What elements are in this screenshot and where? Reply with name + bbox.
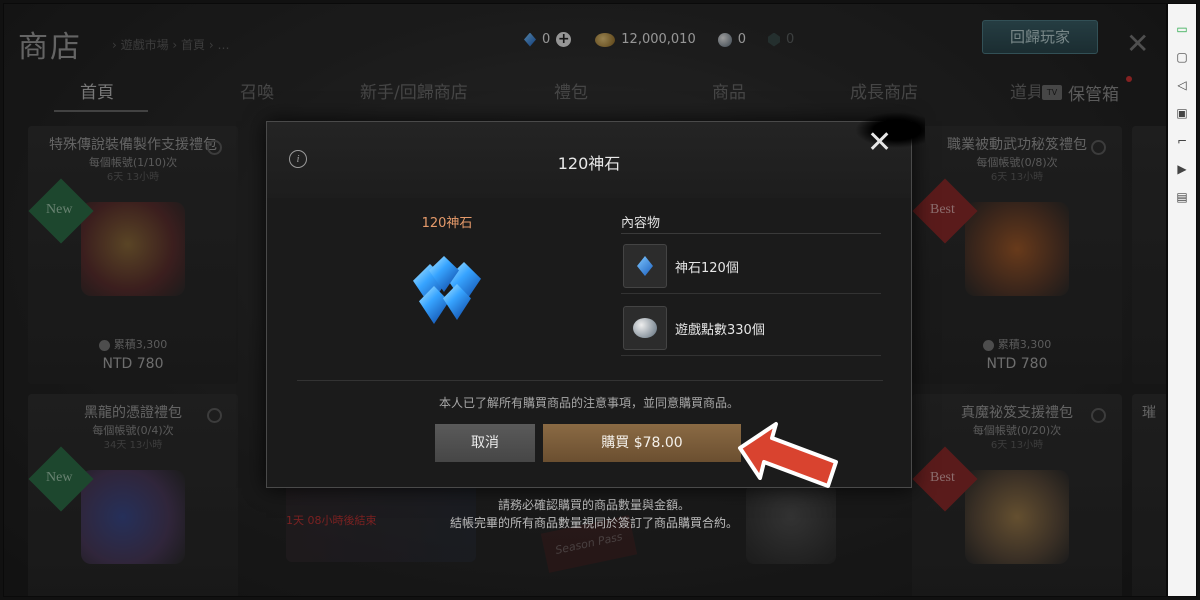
item-name: 120神石 bbox=[421, 216, 473, 231]
diamond-gem-icon bbox=[623, 244, 667, 288]
buy-button[interactable]: 購買 $78.00 bbox=[543, 424, 741, 462]
contents-label: 內容物 bbox=[621, 216, 661, 231]
divider bbox=[621, 233, 881, 234]
close-icon[interactable]: ✕ bbox=[867, 128, 892, 158]
chat-icon[interactable]: ▢ bbox=[1173, 48, 1191, 66]
content-item: 遊戲點數330個 bbox=[621, 302, 881, 356]
gamepad-icon[interactable]: ▣ bbox=[1173, 104, 1191, 122]
dialog-title: 120神石 bbox=[557, 154, 621, 173]
purchase-notice-line2: 結帳完畢的所有商品數量視同於簽訂了商品購買合約。 bbox=[449, 516, 738, 530]
tv-icon[interactable]: ▭ bbox=[1173, 20, 1191, 38]
divider bbox=[621, 293, 881, 294]
content-item: 神石120個 bbox=[621, 240, 881, 294]
game-viewport: 商店 › 遊戲市場 › 首頁 › … 0 + 12,000,010 0 0 回歸… bbox=[4, 4, 1166, 596]
diamond-cluster-icon bbox=[407, 250, 487, 330]
content-item-label: 遊戲點數330個 bbox=[675, 323, 765, 338]
side-toolbar: ▭ ▢ ◁ ▣ ⌐ ▶ ▤ bbox=[1168, 4, 1196, 596]
content-item-label: 神石120個 bbox=[675, 261, 739, 276]
cancel-button[interactable]: 取消 bbox=[435, 424, 535, 462]
folder-icon[interactable]: ▤ bbox=[1173, 188, 1191, 206]
purchase-notice: 請務必確認購買的商品數量與金額。 結帳完畢的所有商品數量視同於簽訂了商品購買合約… bbox=[384, 496, 804, 532]
speaker-icon[interactable]: ◁ bbox=[1173, 76, 1191, 94]
crop-icon[interactable]: ⌐ bbox=[1173, 132, 1191, 150]
divider bbox=[297, 380, 883, 381]
agreement-text: 本人已了解所有購買商品的注意事項，並同意購買商品。 bbox=[438, 396, 739, 410]
divider bbox=[621, 355, 881, 356]
red-arrow-icon bbox=[738, 422, 838, 488]
video-icon[interactable]: ▶ bbox=[1173, 160, 1191, 178]
silver-coin-icon bbox=[623, 306, 667, 350]
